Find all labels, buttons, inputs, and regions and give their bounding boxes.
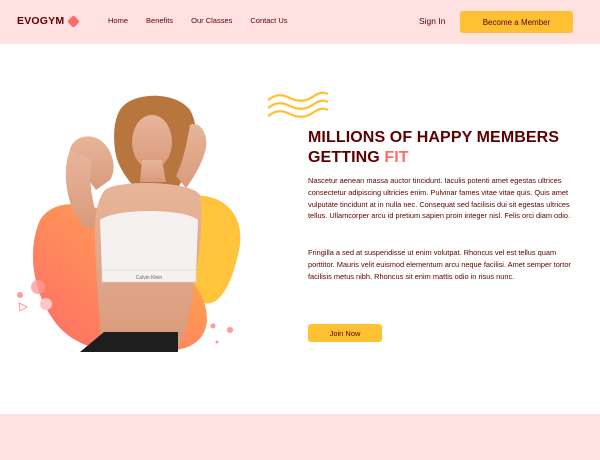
nav-link-home[interactable]: Home: [108, 16, 128, 25]
top-brand-text: Calvin Klein: [136, 275, 163, 281]
hero-paragraph-2: Fringilla a sed at suspendisse ut enim v…: [308, 248, 571, 281]
decor-dot: [31, 280, 45, 294]
nav-links: Home Benefits Our Classes Contact Us: [108, 16, 288, 25]
nav-link-contact-us[interactable]: Contact Us: [250, 16, 287, 25]
hero-paragraph-1: Nascetur aenean massa auctor tincidunt. …: [308, 176, 571, 221]
logo[interactable]: EVOGYM: [17, 14, 81, 28]
logo-text: EVOGYM: [17, 15, 65, 27]
hero-title-line2: GETTING FIT: [308, 148, 588, 168]
decor-dot: [215, 340, 219, 344]
decor-dot: [40, 298, 52, 310]
nav-link-our-classes[interactable]: Our Classes: [191, 16, 232, 25]
become-member-button[interactable]: Become a Member: [460, 11, 573, 33]
hero-image: Calvin Klein: [0, 95, 260, 380]
footer-band: [0, 414, 600, 460]
decor-triangle: [18, 302, 29, 312]
hero-title-highlight: FIT: [384, 149, 409, 166]
hero-title-line1: MILLIONS OF HAPPY MEMBERS: [308, 129, 560, 146]
nav-link-benefits[interactable]: Benefits: [146, 16, 173, 25]
join-now-button[interactable]: Join Now: [308, 324, 382, 342]
decor-dot: [17, 292, 23, 298]
sign-in-link[interactable]: Sign In: [419, 16, 445, 26]
decor-dot: [227, 327, 233, 333]
logo-gem-icon: [67, 14, 81, 28]
wave-decor: [267, 91, 329, 118]
navbar: EVOGYM Home Benefits Our Classes Contact…: [0, 0, 600, 44]
hero-title-prefix: GETTING: [308, 149, 385, 166]
decor-dot: [210, 323, 216, 329]
hero-title: MILLIONS OF HAPPY MEMBERS GETTING FIT: [308, 128, 588, 168]
